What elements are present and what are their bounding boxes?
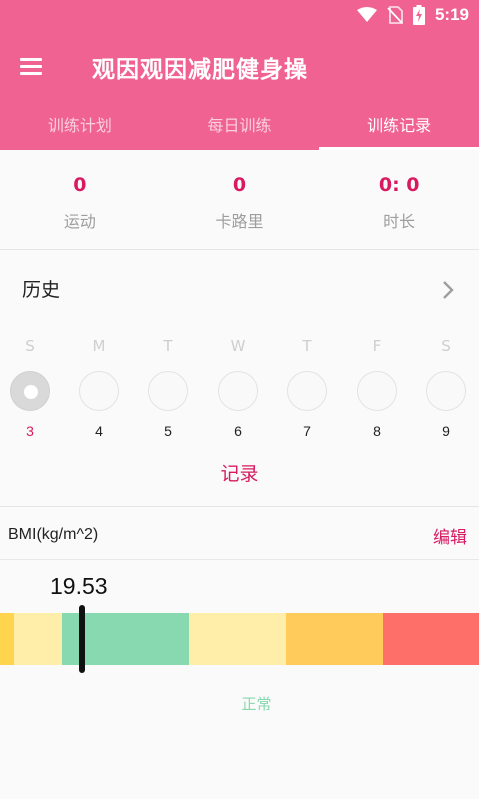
day-of-week: S [25,337,35,355]
history-header[interactable]: 历史 [22,275,457,305]
tab-training-record[interactable]: 训练记录 [319,106,479,150]
day-of-week: S [441,337,451,355]
calendar-day[interactable]: S 9 [416,337,476,439]
bmi-segment-underweight [0,613,14,665]
battery-charging-icon [412,5,425,25]
day-circle[interactable] [287,371,327,411]
stat-label: 卡路里 [215,212,264,231]
bmi-indicator [79,605,85,673]
bmi-segment-light [189,613,286,665]
calendar-day[interactable]: M 4 [69,337,129,439]
stats-summary: 0 运动 0 卡路里 0: 0 时长 [0,150,479,250]
chevron-right-icon[interactable] [441,279,455,305]
stat-exercise: 0 运动 [0,150,160,249]
stat-calories: 0 卡路里 [160,150,320,249]
status-time: 5:19 [434,5,469,24]
day-number: 4 [95,423,103,439]
day-circle[interactable] [357,371,397,411]
day-number: 8 [373,423,381,439]
tab-daily-training[interactable]: 每日训练 [160,106,320,150]
toolbar: 观因观因减肥健身操 [0,40,479,96]
calendar-day[interactable]: F 8 [347,337,407,439]
day-of-week: T [302,337,312,355]
day-number: 6 [234,423,242,439]
no-sim-icon [387,6,403,24]
bmi-status: 正常 [241,695,272,713]
record-button[interactable]: 记录 [0,459,479,486]
day-circle[interactable] [10,371,50,411]
stat-value: 0 [73,174,87,196]
edit-button[interactable]: 编辑 [433,523,467,548]
bmi-header: BMI(kg/m^2) 编辑 [0,507,479,560]
stat-duration: 0: 0 时长 [319,150,479,249]
day-of-week: W [230,337,246,355]
tab-bar: 训练计划 每日训练 训练记录 [0,106,479,150]
app-bar: 5:19 观因观因减肥健身操 训练计划 每日训练 训练记录 [0,0,479,150]
bmi-segment-obese [383,613,479,665]
bmi-label: BMI(kg/m^2) [8,526,99,543]
bmi-section: BMI(kg/m^2) 编辑 19.53 正常 [0,506,479,799]
calendar-day[interactable]: W 6 [208,337,268,439]
day-number: 9 [442,423,450,439]
tab-training-plan[interactable]: 训练计划 [0,106,160,150]
day-circle[interactable] [79,371,119,411]
stat-value: 0: 0 [378,174,420,196]
calendar-day[interactable]: T 7 [277,337,337,439]
bmi-value: 19.53 [50,573,108,599]
day-of-week: M [92,337,106,355]
stat-value: 0 [232,174,247,196]
day-number: 3 [26,423,34,439]
history-title: 历史 [22,279,61,301]
day-circle[interactable] [426,371,466,411]
history-section: 历史 S 3 M 4 T 5 W 6 T 7 F 8 S 9 记录 [0,251,479,505]
day-circle[interactable] [148,371,188,411]
day-of-week: F [372,337,382,355]
day-of-week: T [163,337,173,355]
calendar-day[interactable]: S 3 [0,337,60,439]
bmi-scale-bar [0,613,479,665]
calendar-day[interactable]: T 5 [138,337,198,439]
day-number: 5 [164,423,172,439]
stat-label: 运动 [63,212,96,231]
stat-label: 时长 [383,212,416,231]
wifi-icon [356,7,377,23]
bmi-segment-overweight [286,613,383,665]
day-circle[interactable] [218,371,258,411]
app-title: 观因观因减肥健身操 [92,57,308,83]
bmi-segment-light [14,613,62,665]
day-number: 7 [303,423,311,439]
status-bar: 5:19 [0,0,479,30]
menu-icon[interactable] [18,54,46,76]
